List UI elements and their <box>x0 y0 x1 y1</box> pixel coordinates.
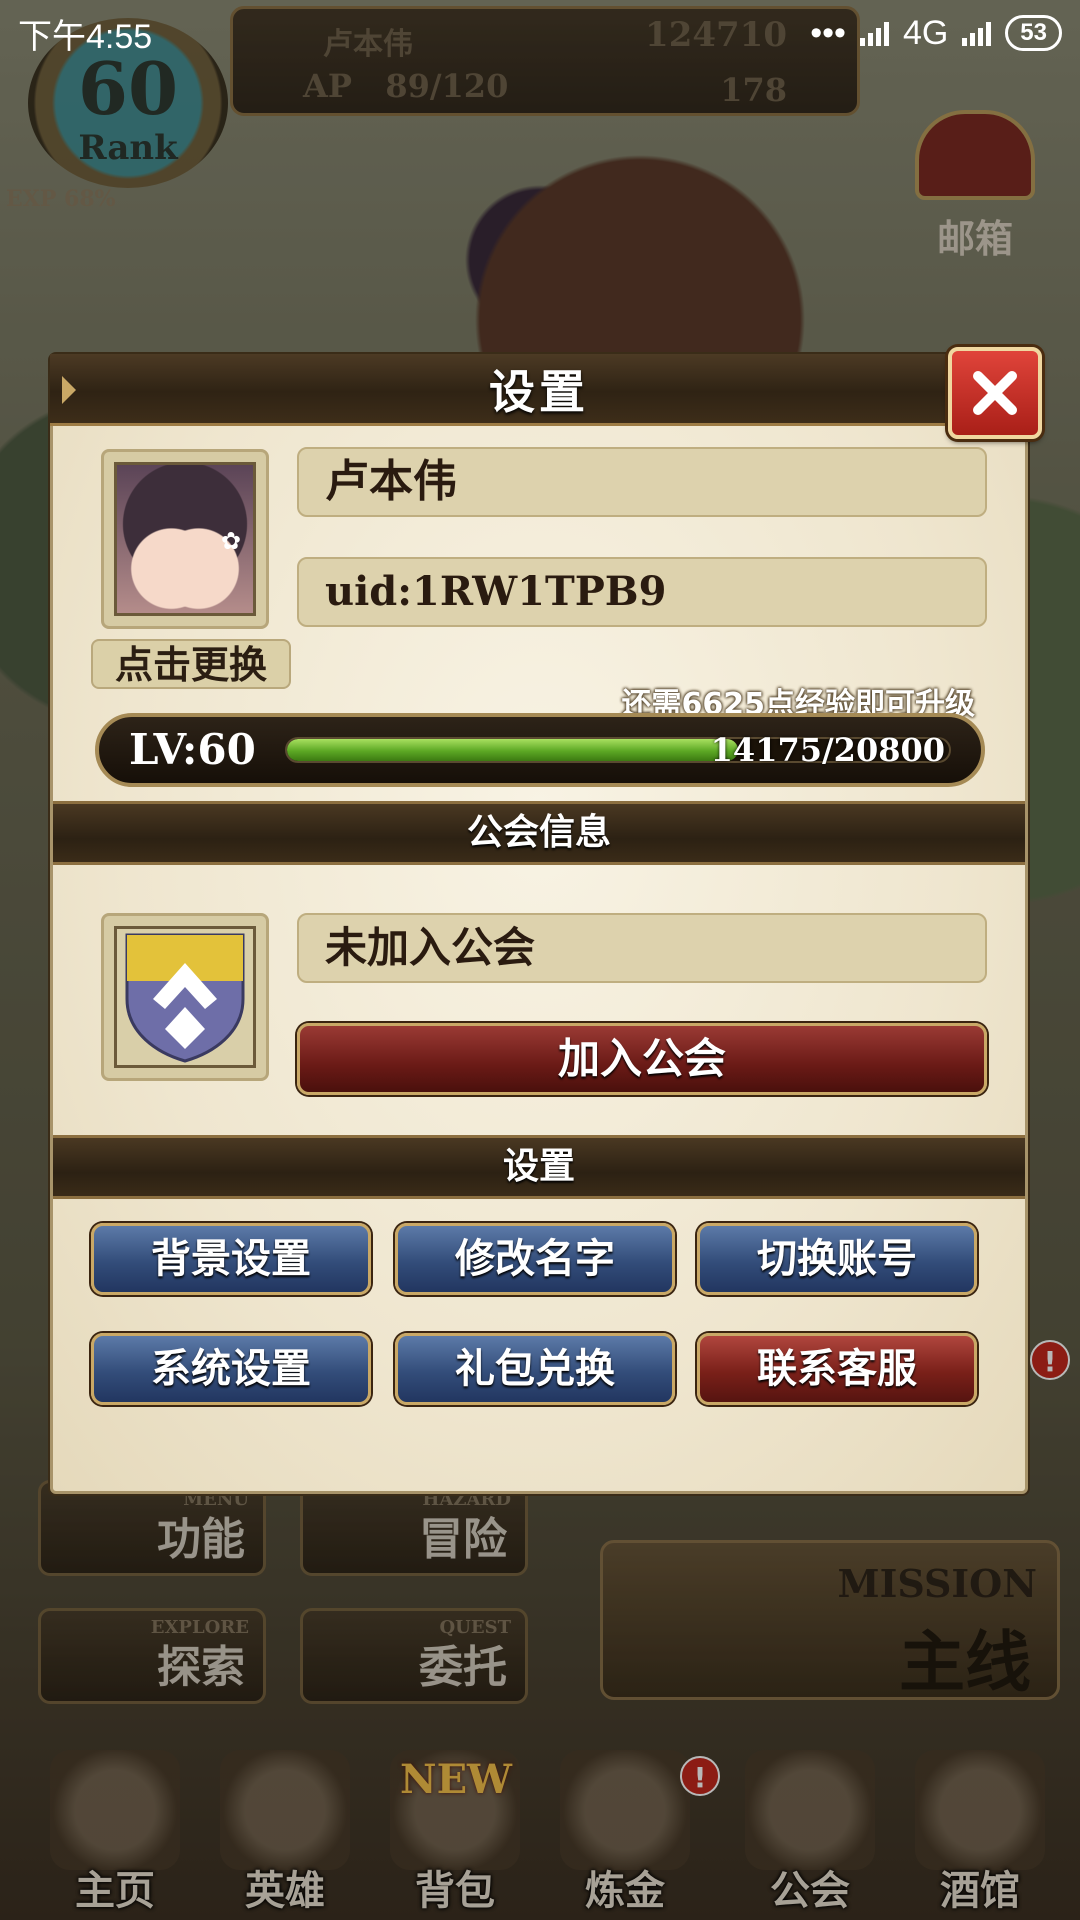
more-dots-icon: ••• <box>810 13 846 52</box>
avatar-frame[interactable]: ✿ <box>101 449 269 629</box>
change-avatar-button[interactable]: 点击更换 <box>91 639 291 689</box>
dialog-title: 设置 <box>489 364 589 419</box>
settings-section-header: 设置 <box>53 1135 1025 1199</box>
dialog-header: 设置 <box>50 354 1028 426</box>
avatar: ✿ <box>114 462 256 616</box>
clock: 下午4:55 <box>18 17 153 56</box>
player-name-field: 卢本伟 <box>297 447 987 517</box>
guild-emblem <box>114 926 256 1068</box>
system-status-bar: 下午4:55 ••• 4G 53 <box>0 0 1080 66</box>
signal-icon <box>859 20 889 46</box>
background-settings-button[interactable]: 背景设置 <box>91 1223 371 1295</box>
guild-status-field: 未加入公会 <box>297 913 987 983</box>
level-bar: LV:60 14175/20800 <box>95 713 985 787</box>
switch-account-button[interactable]: 切换账号 <box>697 1223 977 1295</box>
gift-code-button[interactable]: 礼包兑换 <box>395 1333 675 1405</box>
arrow-decoration-icon <box>62 376 76 404</box>
guild-shield-icon <box>125 933 245 1063</box>
exp-value: 14175/20800 <box>710 731 945 769</box>
system-settings-button[interactable]: 系统设置 <box>91 1333 371 1405</box>
join-guild-button[interactable]: 加入公会 <box>297 1023 987 1095</box>
settings-dialog: 设置 ✿ 点击更换 卢本伟 uid:1RW1TPB9 还需6625点经验即可升级… <box>50 347 1042 1494</box>
close-button[interactable] <box>948 347 1042 439</box>
status-icons: ••• 4G 53 <box>810 14 1062 53</box>
guild-section-header: 公会信息 <box>53 801 1025 865</box>
battery-indicator: 53 <box>1005 15 1062 51</box>
player-uid-field: uid:1RW1TPB9 <box>297 557 987 627</box>
network-type: 4G <box>902 13 949 52</box>
level-label: LV:60 <box>129 725 256 774</box>
close-icon <box>973 371 1017 415</box>
signal-icon <box>962 20 992 46</box>
rename-button[interactable]: 修改名字 <box>395 1223 675 1295</box>
guild-emblem-frame <box>101 913 269 1081</box>
contact-support-button[interactable]: 联系客服 <box>697 1333 977 1405</box>
flower-icon: ✿ <box>220 527 241 555</box>
exp-progress-fill <box>287 739 739 761</box>
